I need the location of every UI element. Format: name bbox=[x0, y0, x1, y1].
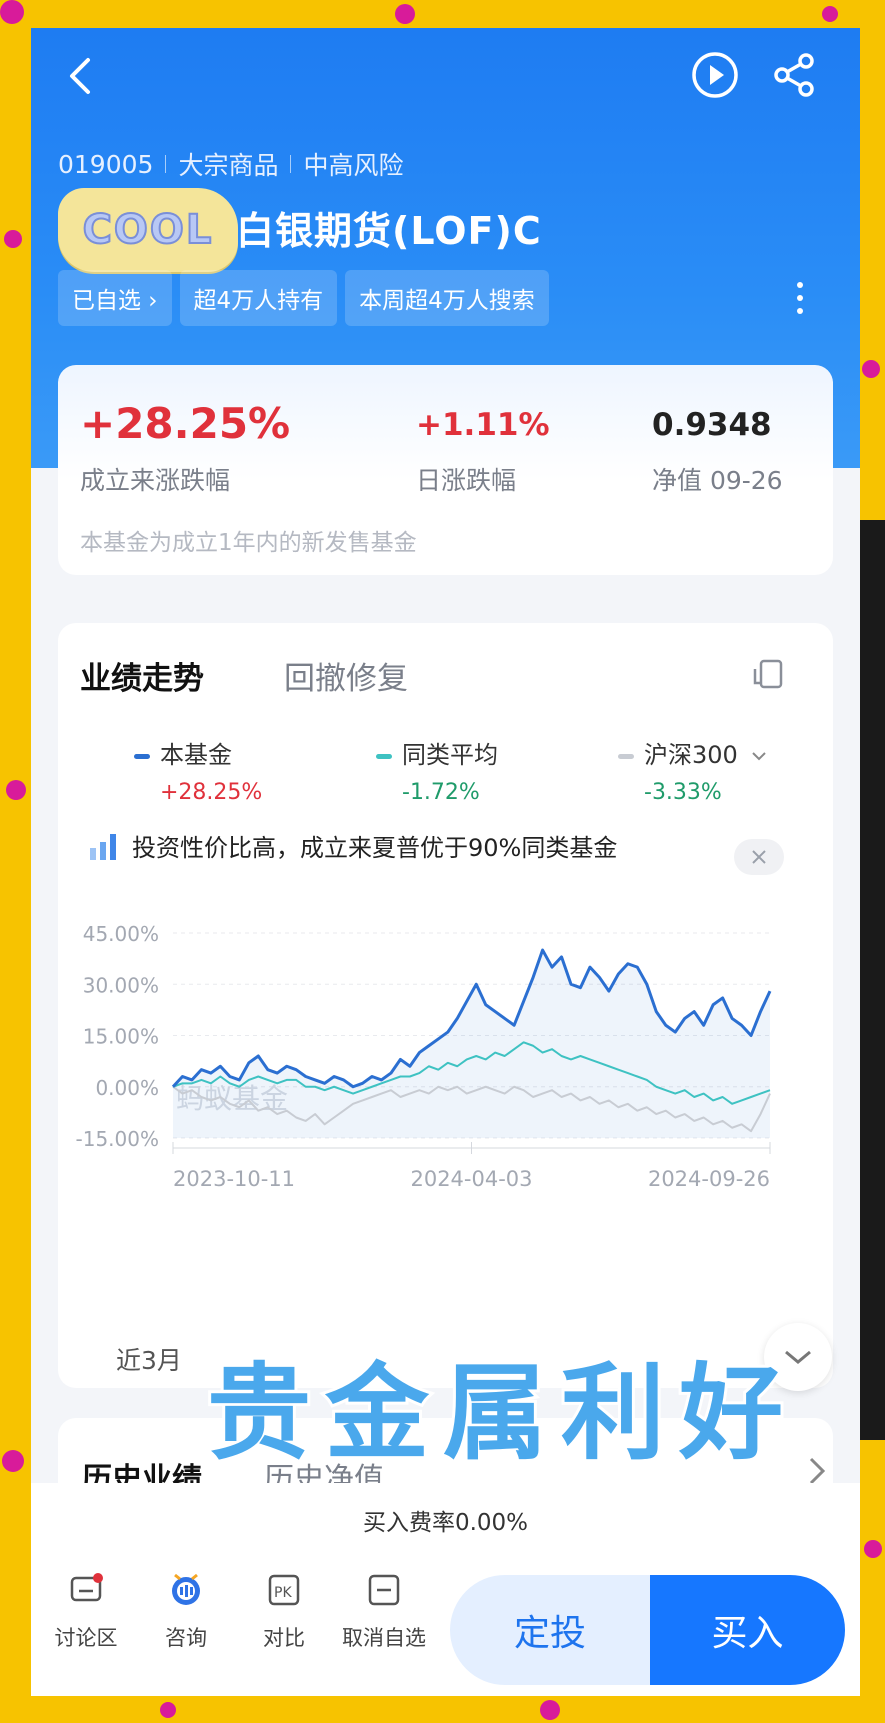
cool-sticker: COOL bbox=[58, 188, 238, 272]
daily-change-value: +1.11% bbox=[416, 407, 550, 443]
legend-swatch bbox=[376, 753, 392, 759]
buy-button[interactable]: 买入 bbox=[650, 1575, 845, 1685]
auto-invest-button[interactable]: 定投 bbox=[450, 1575, 650, 1685]
frame-dot bbox=[160, 1702, 176, 1718]
frame-dot bbox=[395, 4, 415, 24]
chevron-right-icon[interactable] bbox=[808, 1456, 826, 1486]
compare-button[interactable]: PK 对比 bbox=[239, 1573, 329, 1652]
since-inception-label: 成立来涨跌幅 bbox=[80, 466, 231, 495]
legend-label: 同类平均 bbox=[402, 741, 498, 769]
legend-pct: -1.72% bbox=[402, 780, 480, 805]
purchase-fee: 买入费率0.00% bbox=[362, 1510, 529, 1536]
divider bbox=[165, 155, 167, 173]
tab-drawdown[interactable]: 回撤修复 bbox=[284, 653, 408, 698]
frame-dot bbox=[822, 6, 838, 22]
since-inception-value: +28.25% bbox=[80, 399, 291, 448]
legend-pct: +28.25% bbox=[160, 780, 263, 805]
y-tick-label: 15.00% bbox=[83, 1025, 159, 1049]
legend-swatch bbox=[134, 753, 150, 759]
performance-card: 业绩走势 回撤修复 本基金 +28.25% 同类平均 -1.72% 沪深300 … bbox=[58, 623, 833, 1391]
legend-pct: -3.33% bbox=[644, 780, 722, 805]
consult-button[interactable]: 咨询 bbox=[141, 1573, 231, 1652]
insight-banner: 投资性价比高，成立来夏普优于90%同类基金 bbox=[88, 828, 617, 863]
remove-watchlist-button[interactable]: 取消自选 bbox=[339, 1573, 429, 1652]
y-tick-label: 0.00% bbox=[95, 1076, 159, 1100]
discussion-button[interactable]: 讨论区 bbox=[41, 1573, 131, 1652]
x-tick-label: 2023-10-11 bbox=[173, 1167, 295, 1191]
more-icon[interactable] bbox=[785, 278, 815, 318]
fund-risk: 中高风险 bbox=[303, 151, 404, 180]
frame-dot bbox=[6, 780, 26, 800]
watchlist-tag[interactable]: 已自选 › bbox=[58, 270, 172, 326]
nav-label: 取消自选 bbox=[342, 1626, 426, 1650]
legend-fund[interactable]: 本基金 +28.25% bbox=[134, 735, 262, 805]
fund-name: 白银期货(LOF)C bbox=[236, 209, 542, 253]
range-label: 近3月 bbox=[116, 1346, 182, 1375]
assistant-icon bbox=[172, 1573, 200, 1605]
sticker-text: COOL bbox=[82, 206, 214, 254]
nav-label: 对比 bbox=[263, 1626, 305, 1650]
y-tick-label: 30.00% bbox=[83, 973, 159, 997]
fund-category: 大宗商品 bbox=[178, 151, 279, 180]
x-tick-label: 2024-09-26 bbox=[648, 1167, 770, 1191]
back-icon[interactable] bbox=[53, 48, 109, 104]
frame-dot bbox=[862, 360, 880, 378]
frame-dot bbox=[540, 1700, 560, 1720]
caption-overlay: 贵金属利好 bbox=[204, 1349, 798, 1477]
chat-icon bbox=[70, 1573, 103, 1602]
legend-label: 沪深300 bbox=[644, 741, 738, 769]
background-photo-edge bbox=[860, 520, 885, 1440]
minus-icon bbox=[368, 1574, 400, 1606]
x-tick-label: 2024-04-03 bbox=[410, 1167, 532, 1191]
new-fund-note: 本基金为成立1年内的新发售基金 bbox=[80, 530, 417, 556]
nav-value: 0.9348 bbox=[652, 407, 772, 443]
fund-tags: 已自选 › 超4万人持有 本周超4万人搜索 bbox=[58, 270, 549, 326]
legend-peer-average[interactable]: 同类平均 -1.72% bbox=[376, 735, 498, 805]
chevron-down-icon bbox=[752, 752, 767, 761]
bar-chart-icon bbox=[90, 833, 116, 860]
share-icon[interactable] bbox=[767, 47, 823, 103]
divider bbox=[290, 155, 292, 173]
legend-label: 本基金 bbox=[160, 741, 232, 769]
frame-dot bbox=[864, 1540, 882, 1558]
performance-chart: 45.00%30.00%15.00%0.00%-15.00%蚂蚁基金2023-1… bbox=[76, 922, 772, 1191]
copy-icon[interactable] bbox=[749, 653, 787, 691]
bottom-action-bar: 买入费率0.00% 讨论区 咨询 PK 对比 取消自选 定投 买入 bbox=[31, 1483, 860, 1696]
fund-summary-card: +28.25% 成立来涨跌幅 +1.11% 日涨跌幅 0.9348 净值 09-… bbox=[58, 365, 833, 575]
insight-text: 投资性价比高，成立来夏普优于90%同类基金 bbox=[132, 834, 618, 862]
nav-label: 净值 09-26 bbox=[652, 466, 783, 495]
search-tag: 本周超4万人搜索 bbox=[345, 270, 549, 326]
holders-tag: 超4万人持有 bbox=[179, 270, 338, 326]
svg-text:PK: PK bbox=[274, 1585, 292, 1601]
frame-dot bbox=[2, 1450, 24, 1472]
range-selector[interactable]: 近3月 bbox=[116, 1341, 182, 1377]
y-tick-label: 45.00% bbox=[83, 922, 159, 946]
daily-change-label: 日涨跌幅 bbox=[416, 466, 517, 495]
close-icon[interactable] bbox=[734, 839, 784, 875]
frame-dot bbox=[4, 230, 22, 248]
play-icon[interactable] bbox=[687, 47, 743, 103]
tab-performance[interactable]: 业绩走势 bbox=[80, 653, 204, 698]
fund-code: 019005 bbox=[58, 149, 154, 179]
legend-csi300[interactable]: 沪深300 -3.33% bbox=[618, 735, 767, 805]
nav-label: 讨论区 bbox=[54, 1626, 118, 1650]
nav-label: 咨询 bbox=[165, 1626, 207, 1650]
pk-icon: PK bbox=[268, 1574, 300, 1606]
y-tick-label: -15.00% bbox=[76, 1127, 159, 1151]
frame-dot bbox=[0, 0, 24, 24]
legend-swatch bbox=[618, 753, 634, 759]
fund-meta: 019005 大宗商品 中高风险 bbox=[58, 146, 403, 182]
phone-screen: 019005 大宗商品 中高风险 白银期货(LOF)C COOL 已自选 › 超… bbox=[31, 28, 860, 1696]
